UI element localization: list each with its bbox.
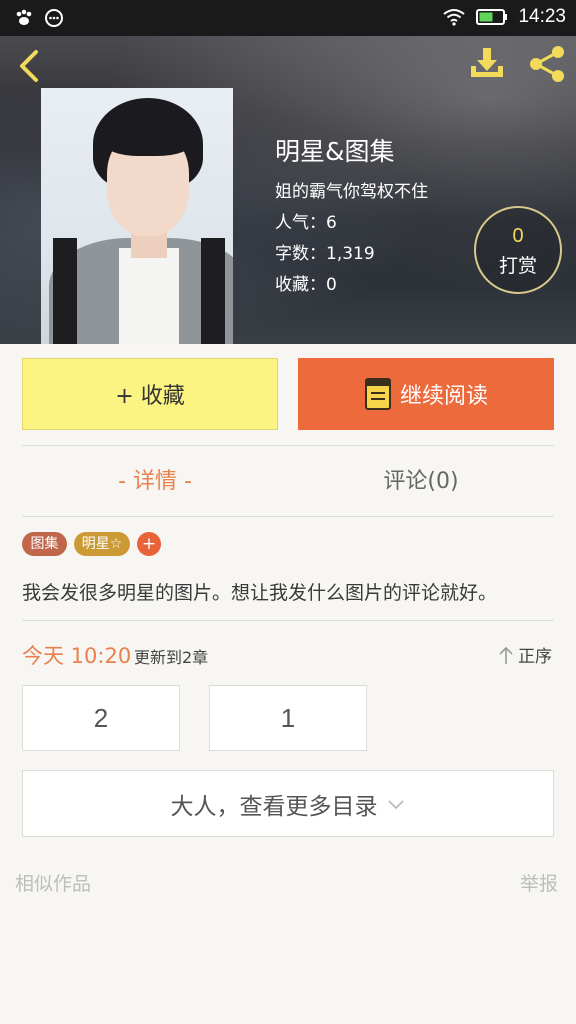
favorite-label: + 收藏 bbox=[115, 384, 185, 409]
book-author[interactable]: 姐的霸气你驾权不住 bbox=[275, 177, 428, 202]
share-icon bbox=[530, 46, 564, 82]
tab-comments[interactable]: 评论(0) bbox=[288, 462, 554, 502]
view-more-toc-button[interactable]: 大人，查看更多目录 bbox=[22, 770, 554, 837]
arrow-up-icon bbox=[499, 646, 513, 664]
book-cover[interactable] bbox=[41, 88, 233, 344]
chevron-down-icon bbox=[387, 799, 404, 809]
sort-order-toggle[interactable]: 正序 bbox=[498, 642, 552, 667]
chapter-item[interactable]: 1 bbox=[209, 685, 367, 751]
message-icon bbox=[45, 9, 63, 27]
divider bbox=[22, 445, 554, 446]
continue-reading-label: 继续阅读 bbox=[399, 384, 488, 409]
tag-celebrity[interactable]: 明星☆ bbox=[74, 532, 130, 556]
book-description: 我会发很多明星的图片。想让我发什么图片的评论就好。 bbox=[22, 582, 498, 604]
book-title: 明星&图集 bbox=[275, 137, 395, 166]
wifi-icon bbox=[443, 9, 466, 26]
tag-gallery[interactable]: 图集 bbox=[22, 532, 67, 556]
chapter-item[interactable]: 2 bbox=[22, 685, 180, 751]
status-bar: 14:23 bbox=[0, 0, 576, 36]
download-button[interactable] bbox=[468, 44, 508, 84]
tip-button[interactable]: 0 打赏 bbox=[474, 206, 562, 294]
book-header: 明星&图集 姐的霸气你驾权不住 人气：6 字数：1,319 收藏：0 0 打赏 bbox=[0, 36, 576, 344]
view-more-toc-label: 大人，查看更多目录 bbox=[170, 793, 378, 820]
tab-detail[interactable]: - 详情 - bbox=[22, 462, 288, 502]
divider bbox=[22, 516, 554, 517]
sort-order-label: 正序 bbox=[518, 647, 552, 667]
battery-icon bbox=[476, 9, 508, 25]
divider bbox=[22, 620, 554, 621]
back-button[interactable] bbox=[12, 46, 48, 86]
status-time: 14:23 bbox=[518, 6, 566, 27]
download-icon bbox=[471, 48, 503, 77]
continue-reading-button[interactable]: 继续阅读 bbox=[298, 358, 554, 430]
report-link[interactable]: 举报 bbox=[520, 869, 558, 896]
paw-icon bbox=[16, 9, 32, 25]
add-tag-button[interactable]: + bbox=[137, 532, 161, 556]
tip-count: 0 bbox=[512, 225, 524, 247]
favorite-button[interactable]: + 收藏 bbox=[22, 358, 278, 430]
update-time: 今天 10:20 bbox=[22, 644, 132, 668]
share-button[interactable] bbox=[526, 44, 568, 84]
book-favorites: 收藏：0 bbox=[275, 275, 337, 295]
book-word-count: 字数：1,319 bbox=[275, 244, 375, 264]
book-icon bbox=[364, 378, 391, 410]
similar-works-heading: 相似作品 bbox=[15, 873, 92, 895]
book-popularity: 人气：6 bbox=[275, 213, 337, 233]
tip-label: 打赏 bbox=[498, 255, 537, 277]
update-text: 更新到2章 bbox=[134, 648, 209, 667]
back-arrow-icon bbox=[20, 50, 38, 82]
